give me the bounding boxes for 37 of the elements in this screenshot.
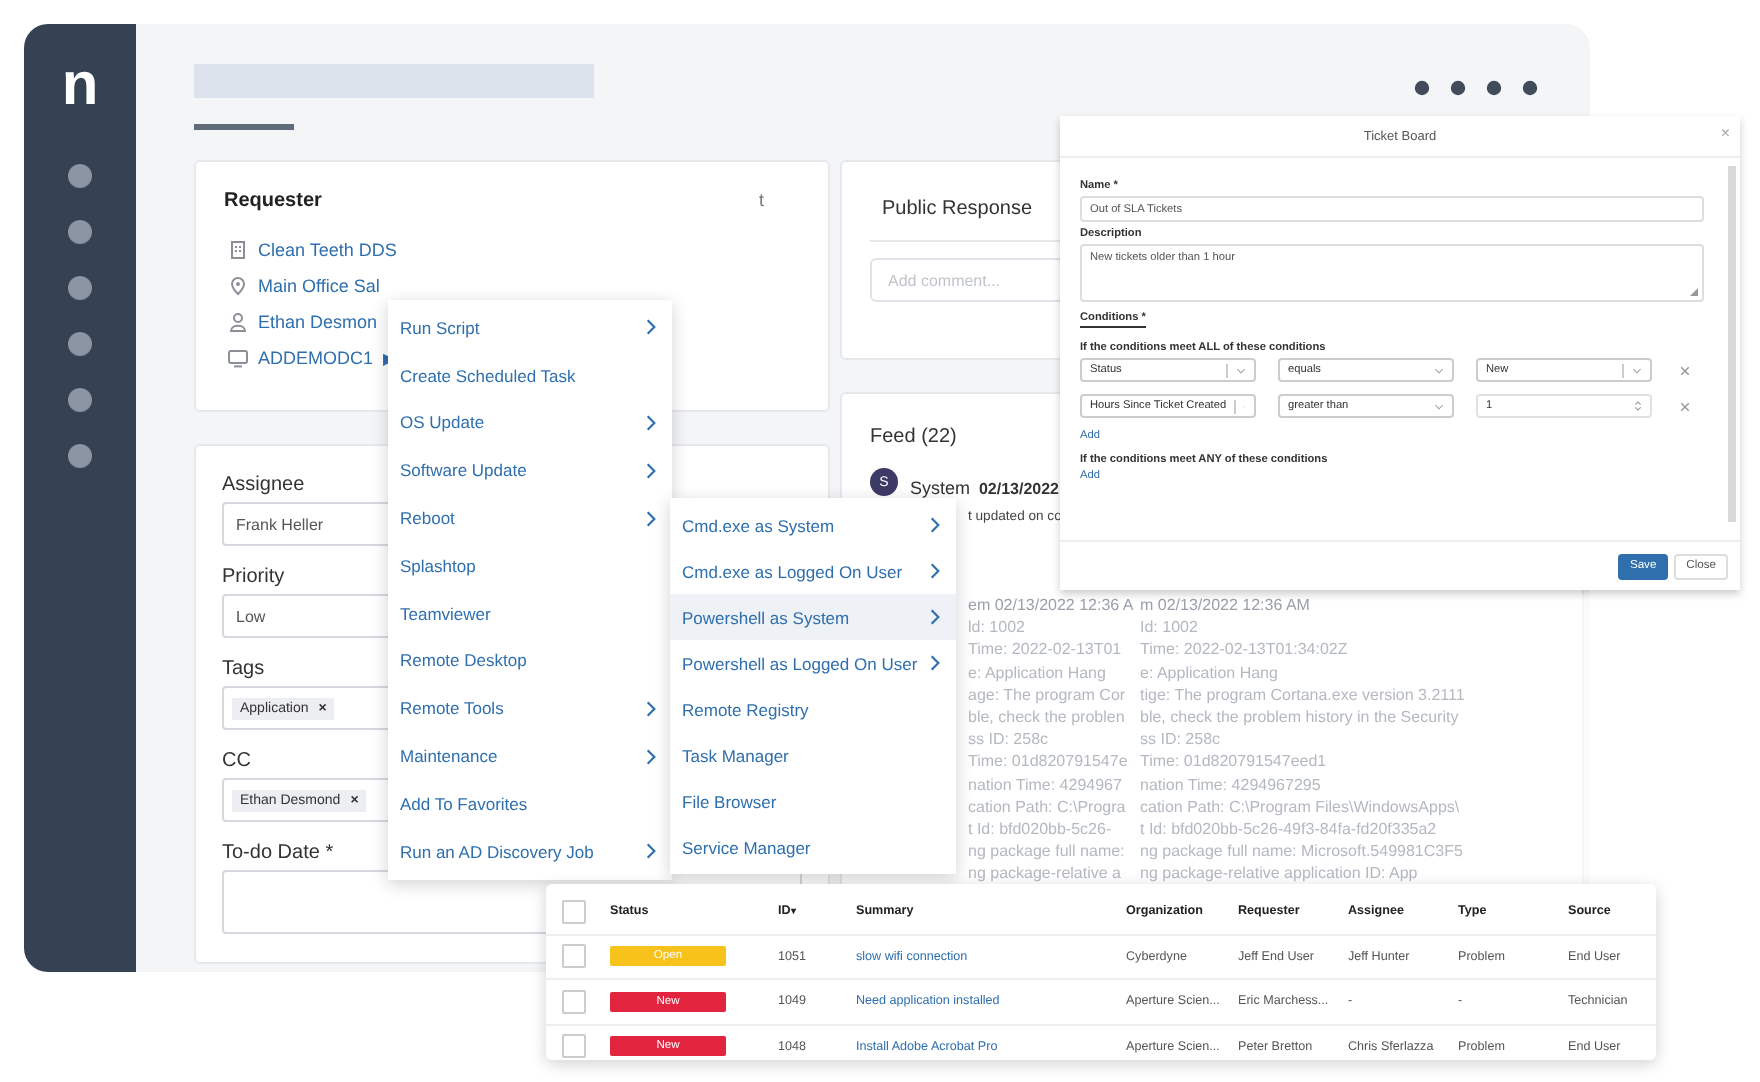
log-text: t Id: bfd020bb-5c26-49f3-84fa-fd20f335a2 <box>1140 817 1437 841</box>
log-text: nation Time: 4294967 <box>968 773 1124 796</box>
field-label: Assignee <box>222 474 305 496</box>
log-text: tige: The program Cortana.exe version 3.2111 <box>1140 683 1465 706</box>
field-label: Tags <box>222 658 265 680</box>
feed-date: 02/13/2022 <box>978 480 1060 498</box>
log-text: ss ID: 258c <box>1140 728 1221 751</box>
log-text: e: Application Hang <box>1140 661 1278 684</box>
log-text: Time: 01d820791547eed1 <box>1140 750 1327 773</box>
log-text: cation Path: C:\Program Files\WindowsApps\ <box>1140 795 1460 818</box>
card-action: t <box>758 190 764 212</box>
field-label: Priority <box>222 566 285 588</box>
field-label: To-do Date * <box>222 842 334 864</box>
log-text: em 02/13/2022 12:36 A <box>968 594 1136 617</box>
log-text: ng package full name: Microsoft.549981C3F5 <box>1140 840 1463 863</box>
log-text: ble, check the problen <box>968 705 1127 729</box>
log-text: t Id: bfd020bb-5c26- <box>968 817 1114 841</box>
log-text: Time: 2022-02-13T01 <box>968 638 1124 662</box>
card-title: Requester <box>224 190 322 212</box>
log-text: ss ID: 258c <box>968 728 1051 751</box>
log-text: ng package-relative a <box>968 862 1123 885</box>
log-text: ng package-relative application ID: App <box>1140 862 1418 885</box>
log-text: nation Time: 4294967295 <box>1140 773 1321 796</box>
field-label: CC <box>222 750 251 772</box>
log-text: Time: 01d820791547e <box>968 750 1130 773</box>
log-text: ld: 1002 <box>968 616 1027 639</box>
card-title: Feed (22) <box>870 426 957 448</box>
author-name: System <box>910 478 971 498</box>
log-text: e: Application Hang <box>968 661 1108 684</box>
log-text: ng package full name: <box>968 840 1127 863</box>
log-text: age: The program Cor <box>968 683 1128 706</box>
log-text: Time: 2022-02-13T01:34:02Z <box>1140 638 1348 662</box>
log-text: Id: 1002 <box>1140 616 1198 639</box>
logo: n <box>61 56 99 116</box>
log-text: cation Path: C:\Progra <box>968 795 1128 818</box>
log-text: ble, check the problem history in the Security <box>1140 705 1459 729</box>
log-text: m 02/13/2022 12:36 AM <box>1140 594 1310 617</box>
